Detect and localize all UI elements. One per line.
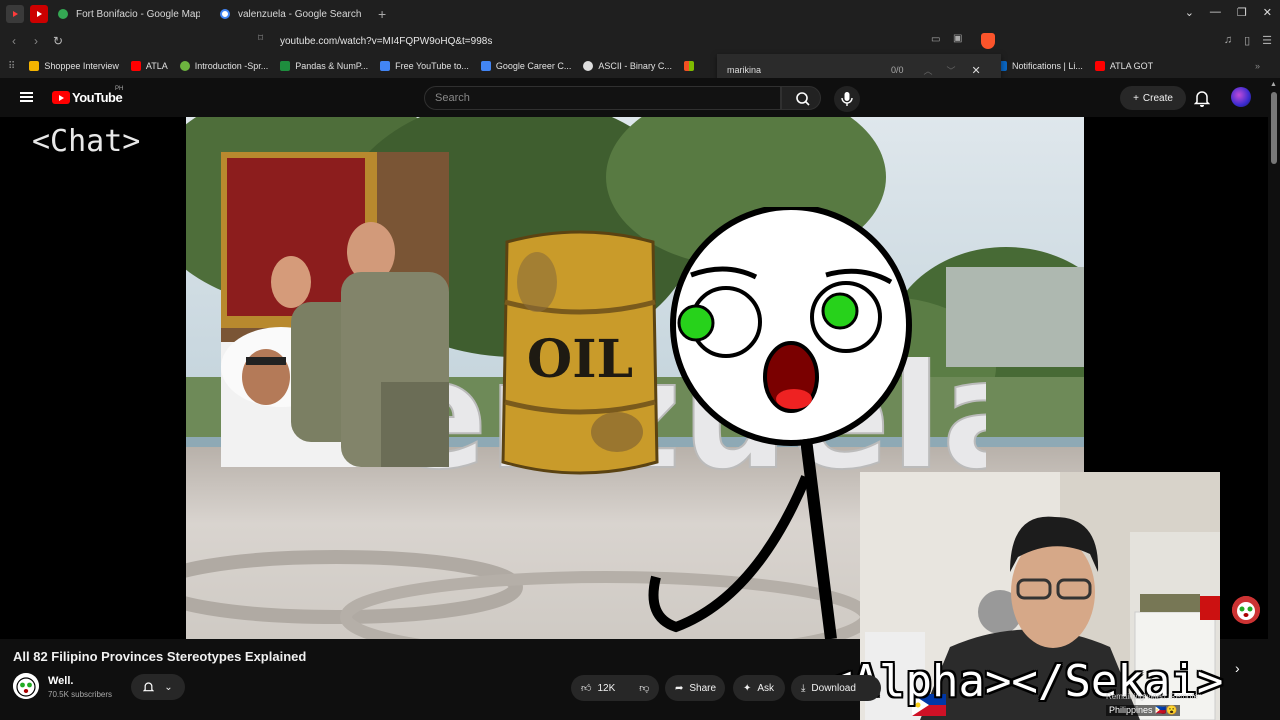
youtube-play-icon (52, 91, 70, 104)
find-previous-button[interactable]: ︿ (924, 64, 933, 77)
inset-photo (221, 152, 449, 467)
bookmark-ascii-binary[interactable]: ASCII - Binary C... (583, 61, 672, 71)
globe-icon (583, 61, 594, 71)
address-toolbar: ‹ › ↻ ⌑ youtube.com/watch?v=MI4FQPW9oHQ&… (0, 28, 1280, 54)
subscribed-button[interactable]: ⌄ (131, 674, 185, 700)
plus-icon: + (1133, 92, 1139, 104)
bookmark-introduction-spring[interactable]: Introduction -Spr... (179, 61, 268, 71)
page-scrollbar[interactable] (1268, 78, 1280, 720)
active-youtube-tab[interactable] (30, 5, 48, 23)
find-input[interactable]: marikina (727, 65, 877, 75)
menu-icon[interactable]: ☰ (1262, 34, 1272, 47)
tab-list-icon[interactable]: ⌄ (1185, 6, 1194, 19)
notifications-bell-icon[interactable] (1194, 89, 1210, 107)
brave-shield-icon[interactable] (981, 33, 995, 49)
barrel-label: OIL (527, 329, 633, 390)
bookmarks-bar: ⠿ Shoppee Interview ATLA Introduction -S… (0, 54, 1280, 78)
voice-search-button[interactable] (834, 86, 860, 112)
create-button[interactable]: + Create (1120, 86, 1186, 110)
like-count: 12K (597, 682, 616, 694)
thumbs-down-icon[interactable]: 👎︎ (639, 682, 649, 694)
find-next-button[interactable]: ﹀ (947, 64, 956, 77)
notifications-bell-icon (143, 682, 155, 692)
chevron-down-icon: ⌄ (164, 681, 173, 693)
share-arrow-icon: ➦ (675, 682, 684, 694)
apps-grid-icon[interactable]: ⠿ (8, 61, 15, 72)
bookmark-google-career[interactable]: Google Career C... (480, 61, 571, 71)
bookmark-icon[interactable]: ⌑ (258, 33, 263, 44)
scrollbar-thumb[interactable] (1271, 92, 1277, 164)
pinned-youtube-tab[interactable] (6, 5, 24, 23)
forward-button[interactable]: › (28, 34, 44, 48)
video-end-caption: Remaining video: Remote (1106, 692, 1199, 701)
bookmark-notifications[interactable]: Notifications | Li... (996, 61, 1083, 71)
tab-google-maps[interactable]: Fort Bonifacio - Google Maps (48, 0, 210, 28)
floating-avatar[interactable] (1232, 596, 1260, 624)
microsoft-icon (683, 61, 694, 71)
account-avatar[interactable] (1231, 87, 1251, 107)
bookmark-pandas-numpy[interactable]: Pandas & NumP... (280, 61, 368, 71)
guide-menu-icon[interactable] (20, 92, 33, 102)
docs-icon (480, 61, 491, 71)
bookmark-shoppee-interview[interactable]: Shoppee Interview (29, 61, 119, 71)
bookmarks-overflow-icon[interactable]: » (1255, 61, 1260, 71)
reader-icon[interactable]: ▣ (953, 33, 962, 44)
search-button[interactable] (781, 86, 821, 110)
youtube-logo[interactable]: YouTube (52, 90, 123, 105)
url-field[interactable]: ⌑ youtube.com/watch?v=MI4FQPW9oHQ&t=998s… (256, 31, 996, 51)
channel-avatar[interactable] (13, 673, 39, 699)
channel-name[interactable]: Well. (48, 675, 73, 687)
maximize-button[interactable]: ❐ (1237, 6, 1247, 19)
thumbs-up-icon[interactable]: 👍︎ (581, 682, 591, 694)
minimize-button[interactable]: — (1210, 6, 1221, 19)
browser-tab-bar: Fort Bonifacio - Google Maps valenzuela … (0, 0, 1280, 28)
youtube-icon (1094, 61, 1105, 71)
like-dislike-group[interactable]: 👍︎ 12K 👎︎ (571, 675, 659, 701)
ask-button[interactable]: ✦ Ask (733, 675, 785, 701)
download-icon: ⤓ (801, 682, 806, 694)
video-title: All 82 Filipino Provinces Stereotypes Ex… (13, 649, 307, 664)
sparkle-icon: ✦ (743, 682, 752, 694)
cast-icon[interactable]: ▭ (931, 34, 940, 45)
next-video-caption: Philippines 🇵🇭😮 (1106, 705, 1181, 716)
tab-google-search[interactable]: valenzuela - Google Search (210, 0, 372, 28)
find-match-count: 0/0 (891, 65, 904, 75)
search-icon (796, 92, 810, 106)
find-close-button[interactable]: ✕ (972, 64, 981, 77)
sidebar-icon[interactable]: ▯ (1244, 34, 1250, 47)
share-button[interactable]: ➦ Share (665, 675, 725, 701)
bookmark-atla[interactable]: ATLA (130, 61, 168, 71)
bookmark-free-youtube[interactable]: Free YouTube to... (380, 61, 469, 71)
new-tab-button[interactable]: + (378, 6, 386, 22)
folder-icon (29, 61, 40, 71)
microphone-icon (841, 92, 853, 106)
google-icon (220, 9, 230, 19)
bookmark-microsoft[interactable] (683, 61, 699, 71)
reload-button[interactable]: ↻ (50, 34, 66, 48)
search-input[interactable]: Search (424, 86, 781, 110)
bookmark-atla-got[interactable]: ATLA GOT (1094, 61, 1153, 71)
youtube-icon (130, 61, 141, 71)
stream-chat-label: <Chat> (32, 124, 141, 159)
back-button[interactable]: ‹ (6, 34, 22, 48)
site-icon (380, 61, 391, 71)
chevron-right-icon[interactable]: › (1235, 660, 1240, 676)
download-button[interactable]: ⤓ Download (791, 675, 881, 701)
sheets-icon (280, 61, 291, 71)
subscriber-count: 70.5K subscribers (48, 690, 113, 699)
scroll-up-arrow[interactable]: ▲ (1270, 81, 1277, 88)
close-window-button[interactable]: ✕ (1263, 6, 1272, 19)
region-code: PH (115, 86, 124, 92)
media-icon[interactable]: ♫ (1224, 34, 1232, 47)
spring-icon (179, 61, 190, 71)
maps-pin-icon (58, 9, 68, 19)
